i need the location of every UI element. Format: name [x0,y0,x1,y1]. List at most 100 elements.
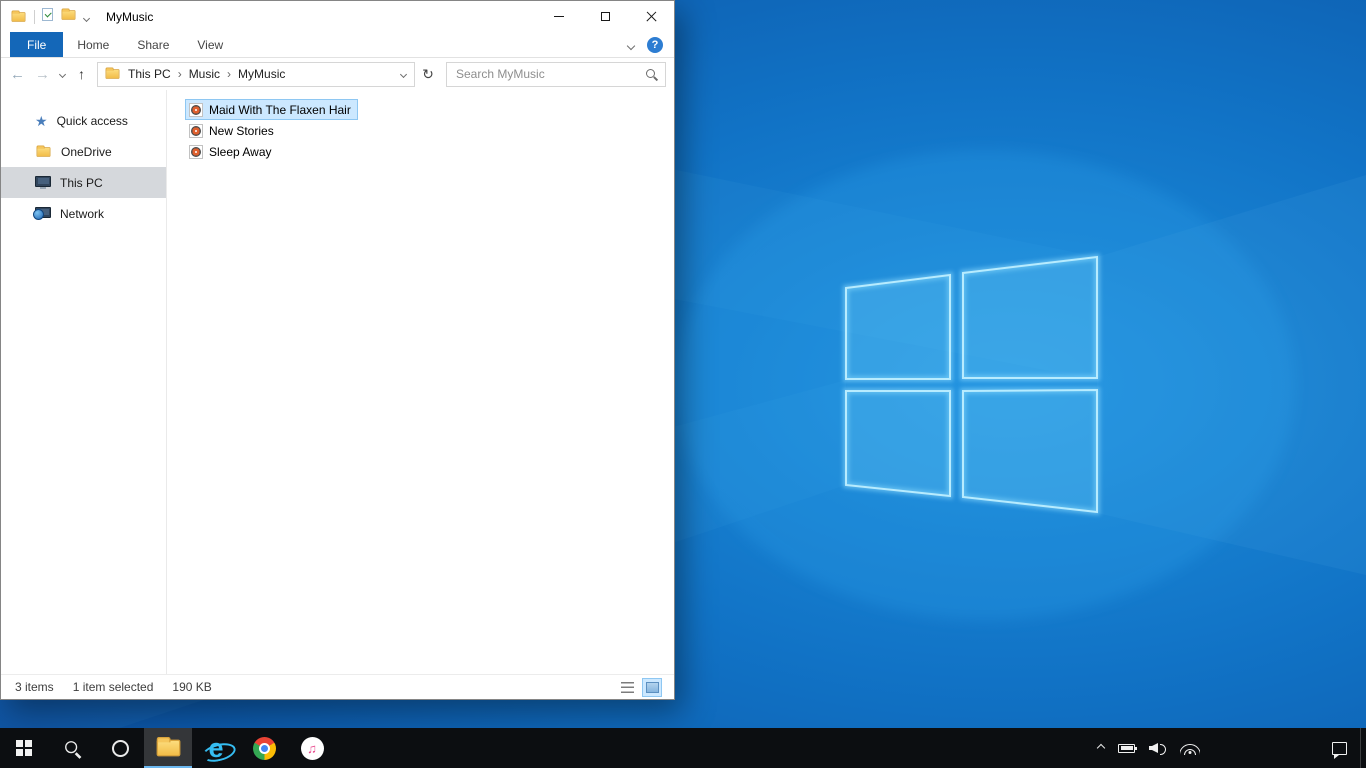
taskbar-file-explorer-button[interactable] [144,728,192,768]
battery-button[interactable] [1111,728,1142,768]
audio-file-icon [189,102,203,117]
file-name: Sleep Away [209,144,272,159]
file-row-maid-with-the-flaxen-hair[interactable]: Maid With The Flaxen Hair [185,99,358,120]
volume-button[interactable] [1142,728,1173,768]
taskbar-search-button[interactable] [48,728,96,768]
onedrive-folder-icon [36,144,51,157]
ribbon-tab-home[interactable]: Home [63,32,123,57]
new-folder-button[interactable] [60,7,77,26]
hidden-icons-button[interactable] [1091,728,1111,768]
wifi-icon [1180,742,1200,755]
file-list[interactable]: Maid With The Flaxen Hair New Stories Sl… [167,90,674,674]
ribbon-tab-share[interactable]: Share [123,32,183,57]
expand-ribbon-button[interactable] [626,36,636,54]
forward-button[interactable]: → [30,61,55,87]
qat-separator [34,9,35,24]
chevron-down-icon [82,14,91,22]
start-button[interactable] [0,728,48,768]
taskbar: e ♫ [0,728,1366,768]
back-button[interactable]: ← [5,61,30,87]
search-input[interactable] [454,66,645,82]
sidebar-item-quick-access[interactable]: ★ Quick access [1,105,166,136]
large-icons-view-icon [645,681,659,693]
search-box [446,61,666,87]
details-view-button[interactable] [617,678,637,697]
desktop: MyMusic File Home Share View ? ← → ↑ Thi… [0,0,1366,768]
address-dropdown-button[interactable] [392,63,414,86]
computer-icon [35,175,51,189]
details-view-icon [620,681,634,693]
window-title: MyMusic [106,9,154,24]
address-bar[interactable]: This PC › Music › MyMusic [97,61,415,87]
taskbar-itunes-button[interactable]: ♫ [288,728,336,768]
search-icon [645,68,658,81]
properties-icon [42,7,53,21]
cortana-ring-icon [111,739,129,757]
chevron-down-icon [399,70,407,78]
sidebar-item-label: Quick access [56,113,128,128]
network-icon [33,206,51,220]
help-button[interactable]: ? [647,36,663,53]
sidebar-item-this-pc[interactable]: This PC [1,167,166,198]
file-name: Maid With The Flaxen Hair [209,102,351,117]
network-button[interactable] [1173,728,1207,768]
caption-buttons [536,1,674,31]
sidebar-item-label: OneDrive [61,144,112,159]
properties-button[interactable] [42,7,53,26]
status-bar: 3 items 1 item selected 190 KB [1,674,674,699]
address-folder-icon [105,67,120,79]
show-desktop-button[interactable] [1360,728,1366,768]
itunes-icon: ♫ [300,736,324,760]
action-center-button[interactable] [1319,728,1360,768]
minimize-icon [554,15,564,17]
star-icon: ★ [35,112,48,129]
file-name: New Stories [209,123,274,138]
chevron-down-icon [58,70,66,78]
file-explorer-window: MyMusic File Home Share View ? ← → ↑ Thi… [0,0,675,700]
chrome-icon [252,736,276,760]
qat-customize-button[interactable] [82,8,91,26]
taskbar-cortana-button[interactable] [96,728,144,768]
windows-logo-icon [15,739,33,757]
view-toggles [617,677,662,697]
ie-icon: e [208,732,224,763]
breadcrumb-this-pc[interactable]: This PC [121,63,178,86]
file-row-new-stories[interactable]: New Stories [185,120,281,141]
close-icon [646,11,657,22]
window-folder-icon [11,9,26,22]
minimize-button[interactable] [536,1,582,31]
audio-file-icon [189,123,203,138]
titlebar[interactable]: MyMusic [1,1,674,32]
items-count: 3 items [15,680,54,694]
sidebar-item-label: This PC [60,175,103,190]
folder-icon [156,736,180,757]
selection-count: 1 item selected [72,680,154,694]
breadcrumb-music[interactable]: Music [182,63,227,86]
sidebar-item-network[interactable]: Network [1,198,166,229]
recent-locations-button[interactable] [55,70,69,78]
breadcrumb-mymusic[interactable]: MyMusic [231,63,292,86]
address-toolbar: ← → ↑ This PC › Music › MyMusic ↻ [1,58,674,90]
taskbar-internet-explorer-button[interactable]: e [192,728,240,768]
new-folder-icon [61,7,76,20]
close-button[interactable] [628,1,674,31]
ribbon-tabstrip: File Home Share View ? [1,32,674,58]
ribbon-file-tab[interactable]: File [10,32,64,57]
chevron-down-icon [626,41,636,50]
taskbar-chrome-button[interactable] [240,728,288,768]
search-icon [63,739,81,757]
sidebar-item-label: Network [60,206,105,221]
refresh-button[interactable]: ↻ [415,66,441,83]
action-center-icon [1332,741,1347,759]
ribbon-tab-view[interactable]: View [183,32,237,57]
large-icons-view-button[interactable] [642,677,662,697]
audio-file-icon [189,144,203,159]
maximize-icon [600,11,610,21]
up-button[interactable]: ↑ [69,61,94,87]
maximize-button[interactable] [582,1,628,31]
sidebar-item-onedrive[interactable]: OneDrive [1,136,166,167]
chevron-up-icon [1096,743,1106,753]
navigation-pane: ★ Quick access OneDrive This PC Network [1,90,167,674]
volume-icon [1149,742,1166,755]
file-row-sleep-away[interactable]: Sleep Away [185,141,279,162]
